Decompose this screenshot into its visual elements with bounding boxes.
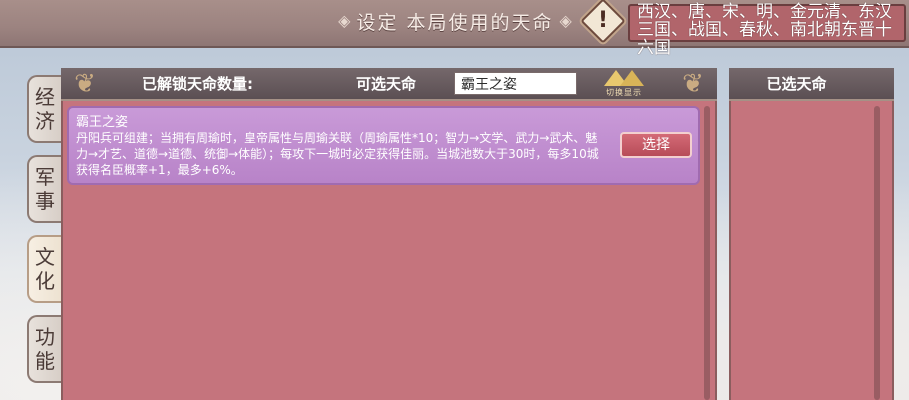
scrollbar[interactable]: [874, 106, 880, 400]
switch-display-button[interactable]: 切换显示: [600, 70, 648, 100]
left-ornament-icon: ◈: [338, 11, 351, 30]
tab-label-char: 济: [35, 109, 55, 133]
tab-culture[interactable]: 文 化: [27, 235, 61, 303]
tab-economy[interactable]: 经 济: [27, 75, 61, 143]
exclamation-icon[interactable]: !: [596, 6, 610, 36]
tab-label-char: 化: [35, 269, 55, 293]
page-title: 设定 本局使用的天命: [356, 11, 554, 34]
page-title-group: ◈ 设定 本局使用的天命 ◈: [330, 6, 580, 36]
corner-ornament-icon: ❦: [74, 69, 96, 99]
selected-title: 已选天命: [766, 75, 827, 93]
tab-label-char: 文: [35, 245, 55, 269]
tab-label-char: 功: [35, 325, 55, 349]
right-ornament-icon: ◈: [559, 11, 572, 30]
tab-label-char: 军: [35, 165, 55, 189]
corner-ornament-icon: ❦: [682, 69, 704, 99]
switch-display-label: 切换显示: [606, 88, 642, 97]
tab-military[interactable]: 军 事: [27, 155, 61, 223]
scrollbar[interactable]: [704, 106, 710, 400]
destiny-description: 丹阳兵可组建；当拥有周瑜时，皇帝属性与周瑜关联（周瑜属性*10；智力→文学、武力…: [76, 131, 599, 177]
selected-destiny-panel: [729, 68, 894, 400]
era-list-text: 西汉、唐、宋、明、金元清、东汉三国、战国、春秋、南北朝东晋十六国: [637, 2, 892, 58]
tab-label-char: 经: [35, 85, 55, 109]
tab-function[interactable]: 功 能: [27, 315, 61, 383]
search-input[interactable]: [454, 72, 577, 95]
available-label: 可选天命: [356, 75, 417, 93]
tab-label-char: 能: [35, 349, 55, 373]
unlocked-count-label: 已解锁天命数量:: [142, 75, 253, 93]
tab-label-char: 事: [35, 189, 55, 213]
mountain-icon: [620, 70, 644, 86]
destiny-title: 霸王之姿: [76, 115, 129, 130]
select-button[interactable]: 选择: [620, 132, 692, 158]
